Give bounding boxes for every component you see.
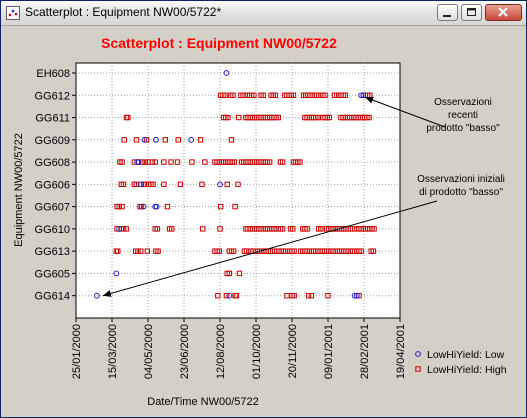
close-button[interactable] — [485, 4, 522, 21]
x-tick-label: 23/06/2000 — [179, 324, 191, 379]
legend-label: LowHiYield: Low — [427, 349, 505, 361]
title-bar[interactable]: Scatterplot : Equipment NW00/5722* — [1, 1, 526, 26]
x-tick-label: 19/04/2001 — [395, 324, 407, 379]
x-tick-label: 01/10/2000 — [251, 324, 263, 379]
x-tick-label: 12/08/2000 — [215, 324, 227, 379]
close-icon — [498, 7, 508, 17]
x-tick-label: 25/01/2000 — [71, 324, 83, 379]
x-axis-label: Date/Time NW00/5722 — [147, 396, 258, 408]
y-tick-label: GG611 — [35, 113, 70, 125]
scatterplot-app-icon — [6, 6, 20, 20]
minimize-icon — [443, 15, 451, 17]
y-tick-label: GG610 — [35, 224, 70, 236]
maximize-icon — [467, 8, 476, 16]
annotation-line: di prodotto "basso" — [419, 187, 503, 198]
annotation-line: Osservazioni iniziali — [417, 174, 505, 185]
x-tick-label: 09/01/2001 — [323, 324, 335, 379]
scatterplot-window: Scatterplot : Equipment NW00/5722* Scatt… — [0, 0, 527, 418]
y-tick-label: GG609 — [35, 135, 70, 147]
y-tick-label: EH608 — [36, 68, 70, 80]
y-tick-label: GG613 — [35, 246, 70, 258]
minimize-button[interactable] — [437, 4, 458, 21]
y-tick-label: GG606 — [35, 179, 70, 191]
legend-label: LowHiYield: High — [427, 364, 507, 376]
y-tick-label: GG607 — [35, 202, 70, 214]
maximize-button[interactable] — [461, 4, 482, 21]
chart-title: Scatterplot : Equipment NW00/5722 — [101, 35, 337, 51]
x-tick-label: 04/05/2000 — [143, 324, 155, 379]
x-tick-label: 15/03/2000 — [107, 324, 119, 379]
x-tick-label: 28/02/2001 — [359, 324, 371, 379]
y-tick-label: GG612 — [35, 90, 70, 102]
chart-area: Scatterplot : Equipment NW00/5722 EH608 G… — [5, 27, 522, 413]
plot-area — [75, 62, 401, 319]
y-tick-label: GG614 — [35, 291, 70, 303]
scatterplot-chart: Scatterplot : Equipment NW00/5722 EH608 G… — [5, 27, 522, 413]
y-tick-label: GG605 — [35, 268, 70, 280]
window-title: Scatterplot : Equipment NW00/5722* — [25, 5, 222, 19]
y-axis-label: Equipment NW00/5722 — [13, 133, 25, 247]
annotation-line: recenti — [448, 110, 478, 121]
y-tick-label: GG608 — [35, 157, 70, 169]
annotation-line: Osservazioni — [434, 97, 492, 108]
x-tick-label: 20/11/2000 — [287, 324, 299, 378]
